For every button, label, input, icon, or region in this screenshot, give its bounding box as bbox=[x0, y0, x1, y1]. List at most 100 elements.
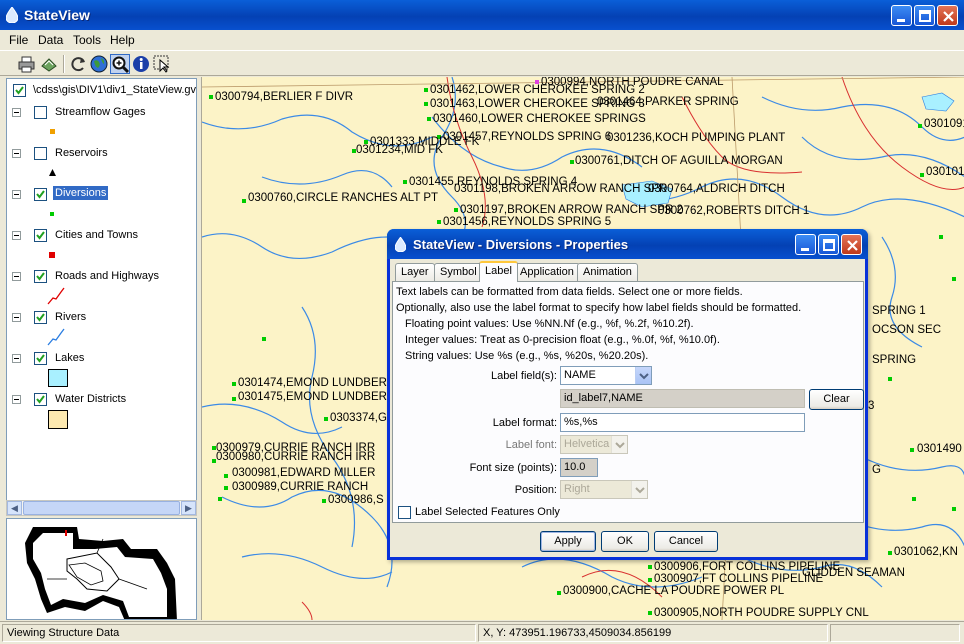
scroll-right-icon[interactable]: ▶ bbox=[181, 501, 196, 515]
diversion-point[interactable] bbox=[888, 551, 892, 555]
close-button[interactable] bbox=[937, 5, 958, 26]
diversion-point[interactable] bbox=[242, 199, 246, 203]
diversion-point[interactable] bbox=[322, 499, 326, 503]
collapse-icon[interactable] bbox=[12, 272, 21, 281]
refresh-button[interactable] bbox=[69, 54, 89, 74]
layer-water-districts[interactable]: Water Districts bbox=[7, 390, 196, 410]
tab-application[interactable]: Application bbox=[514, 263, 580, 281]
minimize-button[interactable] bbox=[891, 5, 912, 26]
tab-label[interactable]: Label bbox=[479, 261, 518, 282]
dropdown-arrow[interactable] bbox=[635, 367, 651, 384]
dialog-maximize-button[interactable] bbox=[818, 234, 839, 255]
diversion-point[interactable] bbox=[888, 377, 892, 381]
diversion-point[interactable] bbox=[232, 382, 236, 386]
diversion-point[interactable] bbox=[437, 220, 441, 224]
layer-roads-and-highways[interactable]: Roads and Highways bbox=[7, 267, 196, 287]
menu-data[interactable]: Data bbox=[38, 33, 63, 47]
diversion-point[interactable] bbox=[952, 507, 956, 511]
label-format-input[interactable]: %s,%s bbox=[560, 413, 805, 432]
diversion-point[interactable] bbox=[424, 88, 428, 92]
select-button[interactable] bbox=[152, 54, 172, 74]
layer-checkbox[interactable] bbox=[34, 393, 47, 406]
dialog-close-button[interactable] bbox=[841, 234, 862, 255]
diversion-point[interactable] bbox=[262, 337, 266, 341]
diversion-point[interactable] bbox=[403, 180, 407, 184]
scroll-left-icon[interactable]: ◀ bbox=[7, 501, 22, 515]
collapse-icon[interactable] bbox=[12, 231, 21, 240]
zoom-button[interactable] bbox=[110, 54, 130, 74]
diversion-point[interactable] bbox=[910, 448, 914, 452]
diversion-point[interactable] bbox=[952, 277, 956, 281]
collapse-icon[interactable] bbox=[12, 149, 21, 158]
selected-only-checkbox[interactable] bbox=[398, 506, 411, 519]
diversion-point[interactable] bbox=[427, 117, 431, 121]
tab-layer[interactable]: Layer bbox=[395, 263, 435, 281]
diversion-point[interactable] bbox=[218, 497, 222, 501]
diversion-point[interactable] bbox=[918, 124, 922, 128]
apply-button[interactable]: Apply bbox=[540, 531, 596, 552]
clear-button[interactable]: Clear bbox=[809, 389, 864, 410]
layer-checkbox[interactable] bbox=[34, 106, 47, 119]
collapse-icon[interactable] bbox=[12, 190, 21, 199]
layer-lakes[interactable]: Lakes bbox=[7, 349, 196, 369]
description-line: Floating point values: Use %NN.Nf (e.g.,… bbox=[405, 318, 694, 330]
diversion-point[interactable] bbox=[224, 486, 228, 490]
tab-symbol[interactable]: Symbol bbox=[434, 263, 483, 281]
layer-checkbox[interactable] bbox=[34, 229, 47, 242]
diversion-point[interactable] bbox=[648, 565, 652, 569]
diversion-point[interactable] bbox=[557, 591, 561, 595]
dropdown-arrow[interactable] bbox=[611, 436, 627, 453]
diversion-point[interactable] bbox=[209, 95, 213, 99]
label-fields-select[interactable]: NAME bbox=[560, 366, 652, 385]
collapse-icon[interactable] bbox=[12, 354, 21, 363]
diversion-point[interactable] bbox=[454, 208, 458, 212]
dialog-minimize-button[interactable] bbox=[795, 234, 816, 255]
maximize-button[interactable] bbox=[914, 5, 935, 26]
checkmark-icon bbox=[36, 395, 45, 404]
diversion-point[interactable] bbox=[570, 160, 574, 164]
collapse-icon[interactable] bbox=[12, 108, 21, 117]
diversion-point[interactable] bbox=[324, 417, 328, 421]
layer-diversions[interactable]: Diversions bbox=[7, 185, 196, 205]
diversion-point[interactable] bbox=[535, 80, 539, 84]
layer-tree-scrollbar[interactable]: ◀ ▶ bbox=[6, 500, 197, 516]
layer-checkbox[interactable] bbox=[34, 270, 47, 283]
export-button[interactable] bbox=[39, 54, 59, 74]
diversion-point[interactable] bbox=[424, 102, 428, 106]
collapse-icon[interactable] bbox=[12, 313, 21, 322]
cancel-button[interactable]: Cancel bbox=[654, 531, 718, 552]
position-select[interactable]: Right bbox=[560, 480, 648, 499]
tab-animation[interactable]: Animation bbox=[577, 263, 638, 281]
diversion-point[interactable] bbox=[648, 611, 652, 615]
layer-checkbox[interactable] bbox=[34, 311, 47, 324]
diversion-point[interactable] bbox=[920, 173, 924, 177]
font-size-input[interactable]: 10.0 bbox=[560, 458, 598, 477]
layer-checkbox[interactable] bbox=[34, 147, 47, 160]
scroll-thumb[interactable] bbox=[23, 501, 180, 515]
layer-reservoirs[interactable]: Reservoirs bbox=[7, 144, 196, 164]
diversion-point[interactable] bbox=[224, 474, 228, 478]
diversion-point[interactable] bbox=[648, 578, 652, 582]
menu-help[interactable]: Help bbox=[110, 33, 135, 47]
diversion-point[interactable] bbox=[232, 397, 236, 401]
layer-cities-and-towns[interactable]: Cities and Towns bbox=[7, 226, 196, 246]
layer-checkbox[interactable] bbox=[34, 352, 47, 365]
menu-file[interactable]: File bbox=[9, 33, 28, 47]
layer-root-checkbox[interactable] bbox=[13, 84, 26, 97]
layer-rivers[interactable]: Rivers bbox=[7, 308, 196, 328]
layer-checkbox[interactable] bbox=[34, 188, 47, 201]
layer-root[interactable]: \cdss\gis\DIV1\div1_StateView.gvp bbox=[7, 81, 196, 101]
info-button[interactable] bbox=[131, 54, 151, 74]
label-font-select[interactable]: Helvetica bbox=[560, 435, 628, 454]
collapse-icon[interactable] bbox=[12, 395, 21, 404]
ok-button[interactable]: OK bbox=[601, 531, 649, 552]
diversion-point[interactable] bbox=[939, 235, 943, 239]
globe-button[interactable] bbox=[89, 54, 109, 74]
map-label: 0300986,S bbox=[328, 494, 384, 506]
print-button[interactable] bbox=[17, 54, 37, 74]
diversion-point[interactable] bbox=[912, 497, 916, 501]
dropdown-arrow[interactable] bbox=[631, 481, 647, 498]
overview-map[interactable] bbox=[6, 518, 197, 620]
menu-tools[interactable]: Tools bbox=[73, 33, 101, 47]
layer-streamflow-gages[interactable]: Streamflow Gages bbox=[7, 103, 196, 123]
